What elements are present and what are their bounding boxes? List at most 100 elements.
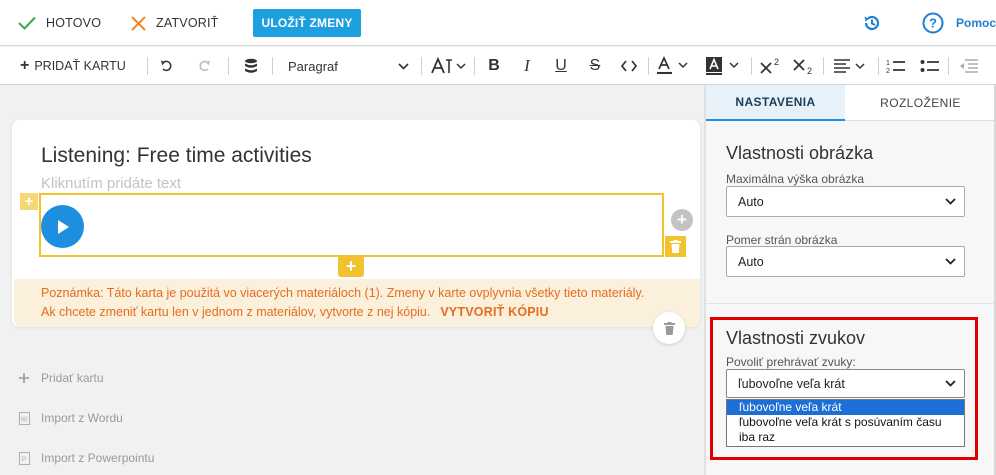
properties-panel: NASTAVENIA ROZLOŽENIE Vlastnosti obrázka… <box>706 85 996 475</box>
toolbar-divider <box>648 57 649 75</box>
database-icon <box>245 58 257 73</box>
add-block-left-button[interactable]: + <box>20 193 38 210</box>
max-height-select[interactable]: Auto <box>726 186 965 217</box>
help-label: Pomoc <box>956 16 996 30</box>
add-block-below-button[interactable]: + <box>338 255 364 277</box>
history-button[interactable] <box>862 13 882 38</box>
import-word-label: Import z Wordu <box>41 411 123 425</box>
delete-block-button[interactable] <box>665 236 686 257</box>
plus-icon <box>18 373 30 383</box>
allow-play-value: ľubovoľne veľa krát <box>738 376 845 391</box>
strikethrough-icon: S <box>589 57 601 74</box>
plus-icon: + <box>345 255 357 276</box>
dropdown-option[interactable]: ľubovoľne veľa krát <box>727 400 964 415</box>
note-text-line2-content: Ak chcete zmeniť kartu len v jednom z ma… <box>41 305 431 319</box>
done-button[interactable]: HOTOVO <box>18 0 101 46</box>
toolbar-divider <box>272 57 273 75</box>
align-icon <box>834 59 865 73</box>
underline-icon: U <box>555 57 567 74</box>
highlight-icon <box>706 57 739 75</box>
highlight-button[interactable] <box>703 47 745 85</box>
import-word-link[interactable]: W Import z Wordu <box>18 411 123 425</box>
plus-icon: + <box>677 210 687 229</box>
import-powerpoint-link[interactable]: P Import z Powerpointu <box>18 451 154 465</box>
ordered-list-button[interactable]: 12 <box>883 47 909 85</box>
toolbar-divider <box>474 57 475 75</box>
bullet-list-button[interactable] <box>917 47 943 85</box>
editor-canvas: Listening: Free time activities Kliknutí… <box>0 85 704 475</box>
redo-button[interactable] <box>191 47 217 85</box>
italic-button[interactable]: I <box>514 47 540 85</box>
import-powerpoint-label: Import z Powerpointu <box>41 451 155 465</box>
add-card-button[interactable]: + PRIDAŤ KARTU <box>20 47 126 85</box>
done-label: HOTOVO <box>46 16 102 30</box>
chevron-down-icon <box>945 198 956 205</box>
dropdown-option[interactable]: iba raz <box>727 430 964 445</box>
svg-text:2: 2 <box>807 66 812 75</box>
panel-tabs: NASTAVENIA ROZLOŽENIE <box>706 85 996 121</box>
toolbar-divider <box>228 57 229 75</box>
powerpoint-icon: P <box>18 451 30 465</box>
code-button[interactable] <box>616 47 642 85</box>
allow-play-dropdown: ľubovoľne veľa krát ľubovoľne veľa krát … <box>726 399 965 447</box>
trash-icon <box>670 240 681 253</box>
svg-text:2: 2 <box>886 68 890 74</box>
plus-icon: + <box>24 193 34 210</box>
add-block-right-button[interactable]: + <box>671 209 693 231</box>
subscript-button[interactable]: 2 <box>790 47 818 85</box>
toolbar-divider <box>421 57 422 75</box>
note-text-line2: Ak chcete zmeniť kartu len v jednom z ma… <box>41 305 549 319</box>
toolbar-divider <box>948 57 949 75</box>
svg-text:P: P <box>21 456 26 463</box>
tab-settings[interactable]: NASTAVENIA <box>706 85 845 121</box>
superscript-button[interactable]: 2 <box>757 47 785 85</box>
underline-button[interactable]: U <box>548 47 574 85</box>
card-title[interactable]: Listening: Free time activities <box>41 144 312 168</box>
chevron-down-icon <box>398 62 409 70</box>
bold-button[interactable]: B <box>481 47 507 85</box>
history-icon <box>864 15 880 31</box>
font-size-button[interactable] <box>428 47 470 85</box>
help-button[interactable]: ? Pomoc <box>922 12 996 34</box>
dropdown-option[interactable]: ľubovoľne veľa krát s posúvaním času <box>727 415 964 430</box>
max-height-value: Auto <box>738 194 764 209</box>
save-changes-button[interactable]: ULOŽIŤ ZMENY <box>253 9 361 37</box>
create-copy-link[interactable]: VYTVORIŤ KÓPIU <box>440 305 548 319</box>
card[interactable]: Listening: Free time activities Kliknutí… <box>12 120 700 327</box>
delete-card-button[interactable] <box>653 312 685 344</box>
close-button[interactable]: ZATVORIŤ <box>131 0 218 46</box>
add-card-link-label: Pridať kartu <box>41 371 104 385</box>
italic-icon: I <box>524 56 530 75</box>
toolbar-divider <box>147 57 148 75</box>
strikethrough-button[interactable]: S <box>582 47 608 85</box>
outdent-button[interactable] <box>956 47 982 85</box>
audio-block[interactable] <box>39 193 664 257</box>
toolbar-divider <box>823 57 824 75</box>
font-size-icon <box>431 57 466 74</box>
tab-layout[interactable]: ROZLOŽENIE <box>845 85 996 121</box>
allow-play-label: Povoliť prehrávať zvuky: <box>726 355 856 369</box>
redo-icon <box>199 60 210 72</box>
undo-icon <box>161 60 172 72</box>
align-button[interactable] <box>830 47 872 85</box>
database-button[interactable] <box>238 47 264 85</box>
undo-button[interactable] <box>154 47 180 85</box>
paragraph-style-value: Paragraf <box>288 58 338 74</box>
editor-toolbar: + PRIDAŤ KARTU Paragraf B I U S 2 2 1 2 <box>0 47 996 85</box>
sound-properties-title: Vlastnosti zvukov <box>726 328 866 348</box>
card-text-placeholder[interactable]: Kliknutím pridáte text <box>41 175 181 192</box>
play-icon <box>57 219 69 234</box>
toolbar-divider <box>878 57 879 75</box>
add-card-link[interactable]: Pridať kartu <box>18 371 104 385</box>
outdent-icon <box>960 59 978 73</box>
max-height-label: Maximálna výška obrázka <box>726 172 865 186</box>
text-color-icon <box>657 56 688 74</box>
trash-icon <box>663 321 675 335</box>
top-bar: HOTOVO ZATVORIŤ ULOŽIŤ ZMENY ? Pomoc <box>0 0 996 46</box>
play-button[interactable] <box>41 205 84 248</box>
code-icon <box>621 60 637 72</box>
paragraph-style-select[interactable]: Paragraf <box>280 47 413 85</box>
text-color-button[interactable] <box>654 47 694 85</box>
allow-play-select[interactable]: ľubovoľne veľa krát <box>726 369 965 398</box>
aspect-ratio-select[interactable]: Auto <box>726 246 965 277</box>
